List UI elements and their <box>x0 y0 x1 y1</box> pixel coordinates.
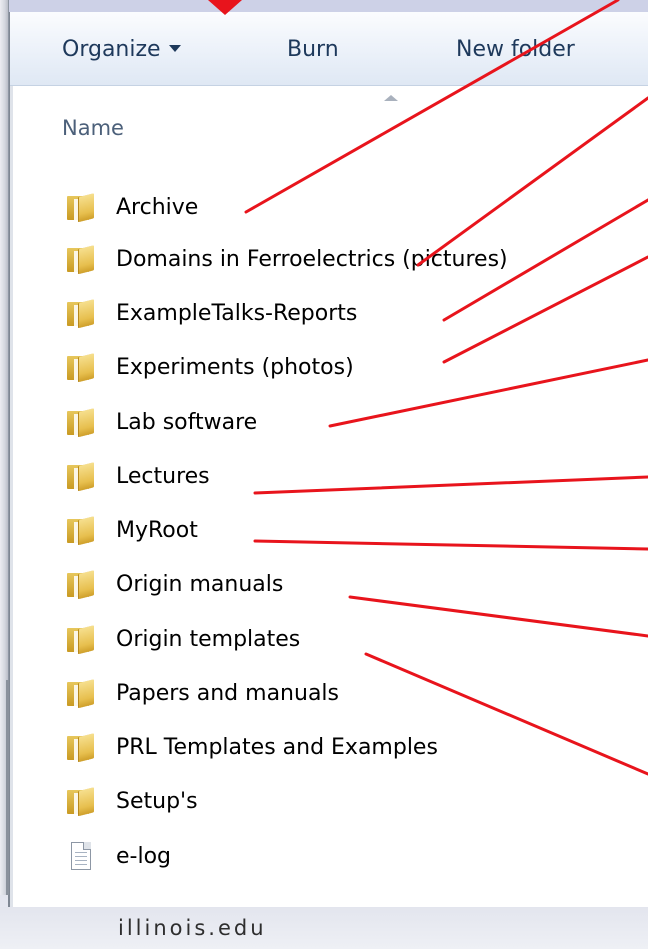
annotation-overlay <box>208 0 648 776</box>
pointer-arrow-icon <box>208 0 242 15</box>
callout-line-archive <box>244 0 620 214</box>
callout-line-lectures <box>253 475 648 495</box>
callout-line-origin-manuals <box>348 595 648 638</box>
callout-line-domains <box>416 96 648 267</box>
callout-line-lab-software <box>328 358 648 428</box>
callout-line-origin-templates <box>364 652 648 776</box>
callout-line-exampletalks <box>442 198 648 322</box>
callout-line-experiments <box>442 255 648 364</box>
callout-line-myroot <box>253 539 648 551</box>
